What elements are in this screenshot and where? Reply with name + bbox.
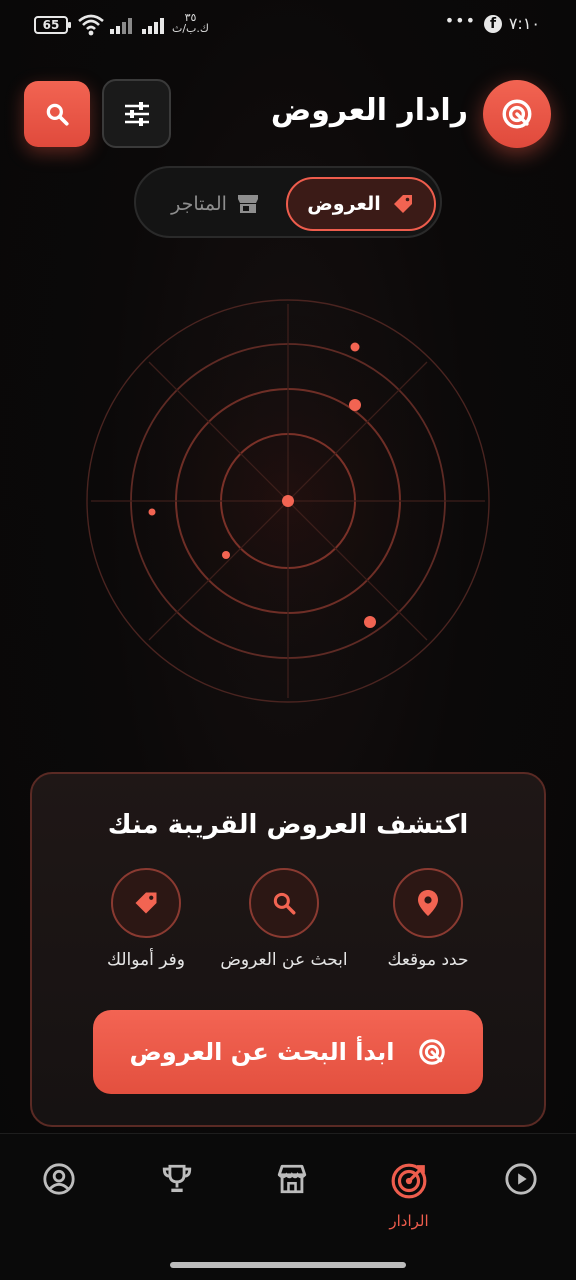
page-title: رادار العروض: [270, 93, 468, 128]
tab-offers-label: العروض: [307, 193, 381, 215]
bottom-nav: الرادار: [0, 1133, 576, 1280]
feature-circle: [249, 868, 319, 938]
signal-icon: [110, 18, 132, 34]
filter-button[interactable]: [102, 79, 171, 148]
search-icon: [46, 103, 69, 126]
store-icon: [277, 1164, 307, 1194]
trophy-icon: [162, 1164, 192, 1193]
status-time: ٧:١٠: [508, 14, 540, 33]
radar-blip[interactable]: [222, 551, 230, 559]
location-pin-icon: [418, 890, 438, 916]
segmented-tabs: العروض المتاجر: [134, 166, 442, 238]
radar-target-icon: [391, 1163, 427, 1199]
tab-offers[interactable]: العروض: [286, 177, 436, 231]
more-notifications-icon: •••: [444, 11, 476, 30]
radar-blip[interactable]: [349, 399, 361, 411]
nav-item-play[interactable]: [481, 1162, 561, 1200]
radar-display: [86, 299, 490, 703]
sliders-icon: [124, 101, 149, 126]
discover-card: اكتشف العروض القريبة منك حدد موقعك ابحث …: [30, 772, 546, 1127]
nav-item-profile[interactable]: [19, 1162, 99, 1200]
play-circle-icon: [505, 1163, 537, 1195]
feature-circle: [393, 868, 463, 938]
radar-blip[interactable]: [148, 508, 156, 516]
radar-blip[interactable]: [350, 342, 360, 352]
search-button[interactable]: [24, 81, 90, 147]
search-icon: [273, 892, 296, 915]
signal-icon: [142, 18, 164, 34]
start-search-button[interactable]: ابدأ البحث عن العروض: [93, 1010, 483, 1094]
radar-target-icon: [502, 99, 532, 129]
home-indicator[interactable]: [170, 1262, 406, 1268]
tab-stores[interactable]: المتاجر: [146, 177, 284, 231]
feature-circle: [111, 868, 181, 938]
nav-item-trophy[interactable]: [137, 1162, 217, 1200]
feature-label: وفر أموالك: [107, 950, 185, 970]
battery-indicator: 65: [34, 16, 71, 34]
tab-stores-label: المتاجر: [171, 193, 227, 215]
wifi-icon: [78, 14, 104, 36]
user-circle-icon: [43, 1163, 75, 1195]
radar-center-dot: [282, 495, 294, 507]
tag-icon: [393, 195, 412, 213]
nav-item-store[interactable]: [252, 1162, 332, 1200]
app-logo: [483, 80, 551, 148]
card-title: اكتشف العروض القريبة منك: [107, 810, 469, 840]
radar-target-icon: [418, 1039, 445, 1065]
network-speed-unit: ك.ب/ث: [172, 22, 209, 35]
nav-item-radar[interactable]: الرادار: [369, 1162, 449, 1230]
app-screen: 65 ٣٥ ك.ب/ث ••• f ٧:١٠ رادار العروض العر…: [0, 0, 576, 1280]
nav-label-radar: الرادار: [389, 1212, 429, 1230]
feature-save: وفر أموالك: [61, 868, 231, 970]
network-speed: ٣٥ ك.ب/ث: [172, 12, 209, 34]
facebook-icon: f: [484, 15, 502, 33]
start-search-label: ابدأ البحث عن العروض: [129, 1038, 395, 1066]
store-icon: [237, 195, 258, 213]
status-bar: 65 ٣٥ ك.ب/ث ••• f ٧:١٠: [0, 0, 576, 52]
tag-icon: [135, 892, 157, 914]
radar-blip[interactable]: [364, 616, 376, 628]
